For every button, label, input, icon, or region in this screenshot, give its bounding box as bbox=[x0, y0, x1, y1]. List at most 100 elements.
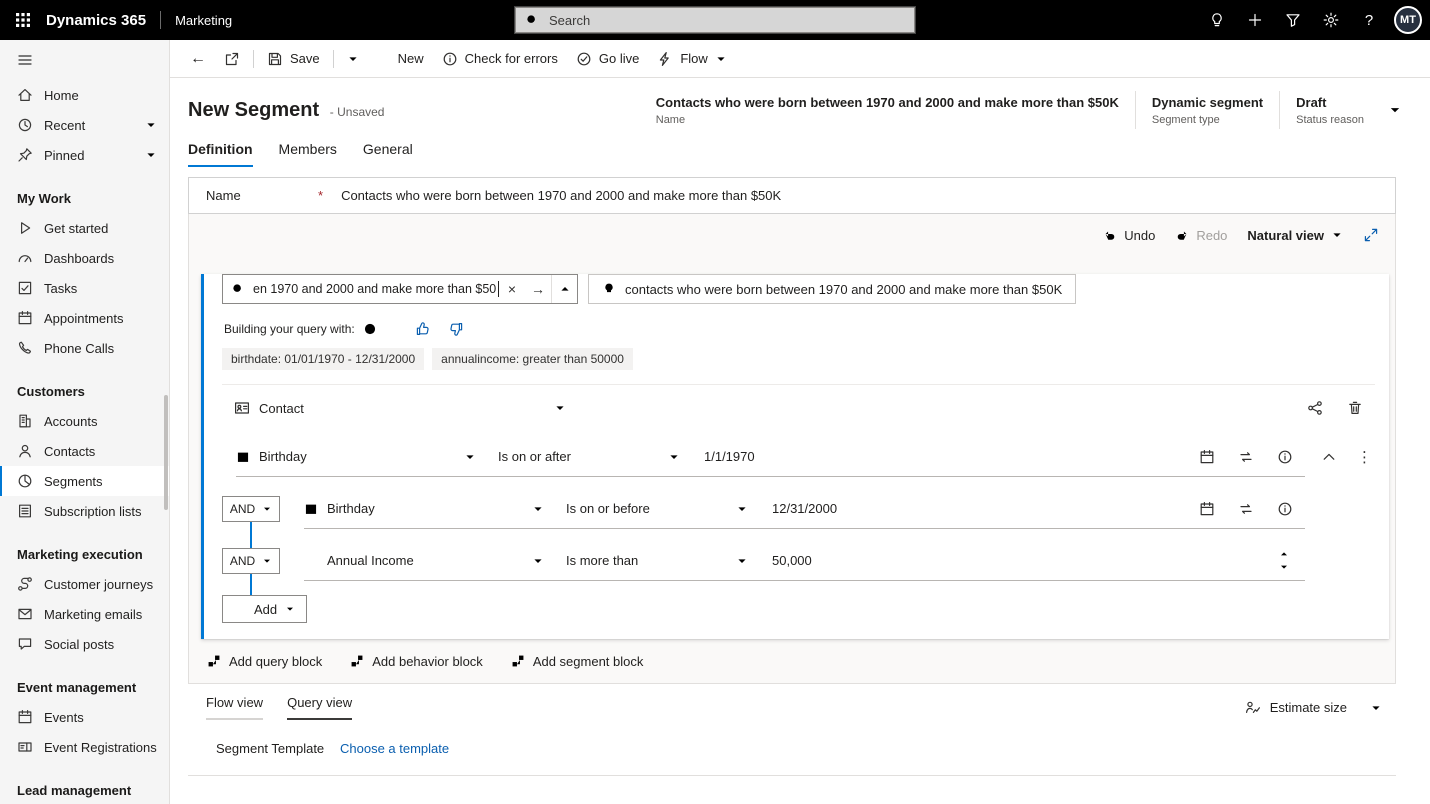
clear-query-button[interactable]: × bbox=[499, 275, 525, 303]
sidebar-item-tasks[interactable]: Tasks bbox=[0, 273, 169, 303]
save-split-chevron-button[interactable] bbox=[339, 45, 367, 73]
flow-button[interactable]: Flow bbox=[649, 45, 734, 73]
collapse-block-chevron-icon[interactable] bbox=[1321, 449, 1337, 465]
field-selector[interactable]: Birthday bbox=[236, 449, 476, 464]
condition-value[interactable]: 50,000 bbox=[772, 553, 812, 568]
operator-selector[interactable]: Is on or after bbox=[498, 449, 680, 464]
tab-flow-view[interactable]: Flow view bbox=[206, 695, 263, 720]
sidebar-item-accounts[interactable]: Accounts bbox=[0, 406, 169, 436]
logical-operator-selector[interactable]: AND bbox=[222, 496, 280, 522]
save-button[interactable]: Save bbox=[259, 45, 328, 73]
filter-button[interactable] bbox=[1274, 0, 1312, 40]
entity-selector[interactable]: Contact bbox=[234, 400, 566, 416]
add-condition-button[interactable]: Add bbox=[222, 595, 307, 623]
spinner-up-icon[interactable] bbox=[1279, 549, 1289, 559]
go-live-label: Go live bbox=[599, 51, 639, 66]
help-button[interactable]: ? bbox=[1350, 0, 1388, 40]
undo-button[interactable]: Undo bbox=[1103, 228, 1155, 243]
tab-members[interactable]: Members bbox=[279, 141, 337, 167]
segment-template-row: Segment Template Choose a template bbox=[188, 720, 1396, 756]
sidebar-item-segments[interactable]: Segments bbox=[0, 466, 169, 496]
add-behavior-block-button[interactable]: Add behavior block bbox=[350, 654, 483, 669]
calendar-picker-icon[interactable] bbox=[1199, 501, 1215, 517]
global-search-box[interactable] bbox=[515, 7, 915, 33]
collapse-query-button[interactable] bbox=[551, 275, 577, 303]
check-for-errors-label: Check for errors bbox=[465, 51, 558, 66]
nl-query-input[interactable] bbox=[251, 281, 499, 297]
sidebar-item-label: Home bbox=[44, 88, 161, 103]
sidebar-item-home[interactable]: Home bbox=[0, 80, 169, 110]
view-selector-dropdown[interactable]: Natural view bbox=[1247, 228, 1343, 243]
sidebar-item-contacts[interactable]: Contacts bbox=[0, 436, 169, 466]
thumbs-down-icon[interactable] bbox=[448, 321, 464, 337]
name-field-value[interactable]: Contacts who were born between 1970 and … bbox=[341, 188, 781, 203]
sidebar-item-recent[interactable]: Recent bbox=[0, 110, 169, 140]
thumbs-up-icon[interactable] bbox=[415, 321, 431, 337]
trash-icon[interactable] bbox=[1347, 400, 1363, 416]
swap-icon[interactable] bbox=[1238, 501, 1254, 517]
new-button[interactable]: New bbox=[369, 45, 432, 73]
spinner-down-icon[interactable] bbox=[1279, 562, 1289, 572]
logical-operator-selector[interactable]: AND bbox=[222, 548, 280, 574]
add-query-block-button[interactable]: Add query block bbox=[207, 654, 322, 669]
choose-template-link[interactable]: Choose a template bbox=[340, 741, 449, 756]
back-button[interactable]: ← bbox=[182, 45, 214, 73]
share-icon[interactable] bbox=[1307, 400, 1323, 416]
swap-icon[interactable] bbox=[1238, 449, 1254, 465]
sidebar-item-appointments[interactable]: Appointments bbox=[0, 303, 169, 333]
sidebar-item-dashboards[interactable]: Dashboards bbox=[0, 243, 169, 273]
sidebar-collapse-button[interactable] bbox=[0, 40, 169, 80]
tab-general[interactable]: General bbox=[363, 141, 413, 167]
ideas-button[interactable] bbox=[1198, 0, 1236, 40]
go-live-button[interactable]: Go live bbox=[568, 45, 647, 73]
sidebar-scrollbar-thumb[interactable] bbox=[164, 395, 168, 510]
condition-value[interactable]: 12/31/2000 bbox=[772, 501, 837, 516]
operator-selector[interactable]: Is on or before bbox=[566, 501, 748, 516]
name-field-label: Name bbox=[206, 188, 318, 203]
field-selector[interactable]: Birthday bbox=[304, 501, 544, 516]
tag-annualincome[interactable]: annualincome: greater than 50000 bbox=[432, 348, 633, 370]
settings-button[interactable] bbox=[1312, 0, 1350, 40]
sidebar-item-event-registrations[interactable]: Event Registrations bbox=[0, 732, 169, 762]
app-launcher-button[interactable] bbox=[0, 0, 46, 40]
query-suggestion-chip[interactable]: contacts who were born between 1970 and … bbox=[588, 274, 1076, 304]
condition-value[interactable]: 1/1/1970 bbox=[704, 449, 755, 464]
operator-selector[interactable]: Is more than bbox=[566, 553, 748, 568]
record-header: New Segment - Unsaved Contacts who were … bbox=[170, 78, 1430, 133]
sidebar-item-customer-journeys[interactable]: Customer journeys bbox=[0, 569, 169, 599]
tab-query-view[interactable]: Query view bbox=[287, 695, 352, 720]
estimate-size-button[interactable]: Estimate size bbox=[1245, 700, 1382, 716]
chevron-down-icon bbox=[285, 604, 295, 614]
expand-fullscreen-icon[interactable] bbox=[1363, 227, 1379, 243]
user-avatar[interactable]: MT bbox=[1394, 6, 1422, 34]
sidebar-item-phone-calls[interactable]: Phone Calls bbox=[0, 333, 169, 363]
tab-definition[interactable]: Definition bbox=[188, 141, 253, 167]
submit-query-button[interactable]: → bbox=[525, 275, 551, 303]
sidebar-item-get-started[interactable]: Get started bbox=[0, 213, 169, 243]
header-collapse-chevron[interactable] bbox=[1388, 103, 1402, 117]
add-segment-block-button[interactable]: Add segment block bbox=[511, 654, 644, 669]
info-icon[interactable] bbox=[1277, 449, 1293, 465]
chevron-down-icon[interactable] bbox=[145, 119, 157, 131]
sidebar-item-pinned[interactable]: Pinned bbox=[0, 140, 169, 170]
more-options-icon[interactable]: ⋮ bbox=[1357, 450, 1372, 465]
quick-create-button[interactable] bbox=[1236, 0, 1274, 40]
info-icon[interactable] bbox=[363, 322, 377, 336]
sidebar-item-subscription-lists[interactable]: Subscription lists bbox=[0, 496, 169, 526]
open-in-new-window-button[interactable] bbox=[216, 45, 248, 73]
sidebar-item-marketing-emails[interactable]: Marketing emails bbox=[0, 599, 169, 629]
info-icon[interactable] bbox=[1277, 501, 1293, 517]
header-status-value: Draft bbox=[1296, 95, 1364, 110]
calendar-picker-icon[interactable] bbox=[1199, 449, 1215, 465]
app-name[interactable]: Marketing bbox=[175, 13, 232, 28]
condition-row: AND Birthday Is on or before bbox=[204, 483, 1389, 535]
global-search-input[interactable] bbox=[547, 12, 905, 29]
field-selector[interactable]: Annual Income bbox=[304, 553, 544, 568]
chevron-down-icon[interactable] bbox=[145, 149, 157, 161]
tag-birthdate[interactable]: birthdate: 01/01/1970 - 12/31/2000 bbox=[222, 348, 424, 370]
route-icon bbox=[17, 576, 33, 592]
sidebar-item-social-posts[interactable]: Social posts bbox=[0, 629, 169, 659]
redo-button[interactable]: Redo bbox=[1175, 228, 1227, 243]
check-for-errors-button[interactable]: Check for errors bbox=[434, 45, 566, 73]
sidebar-item-events[interactable]: Events bbox=[0, 702, 169, 732]
